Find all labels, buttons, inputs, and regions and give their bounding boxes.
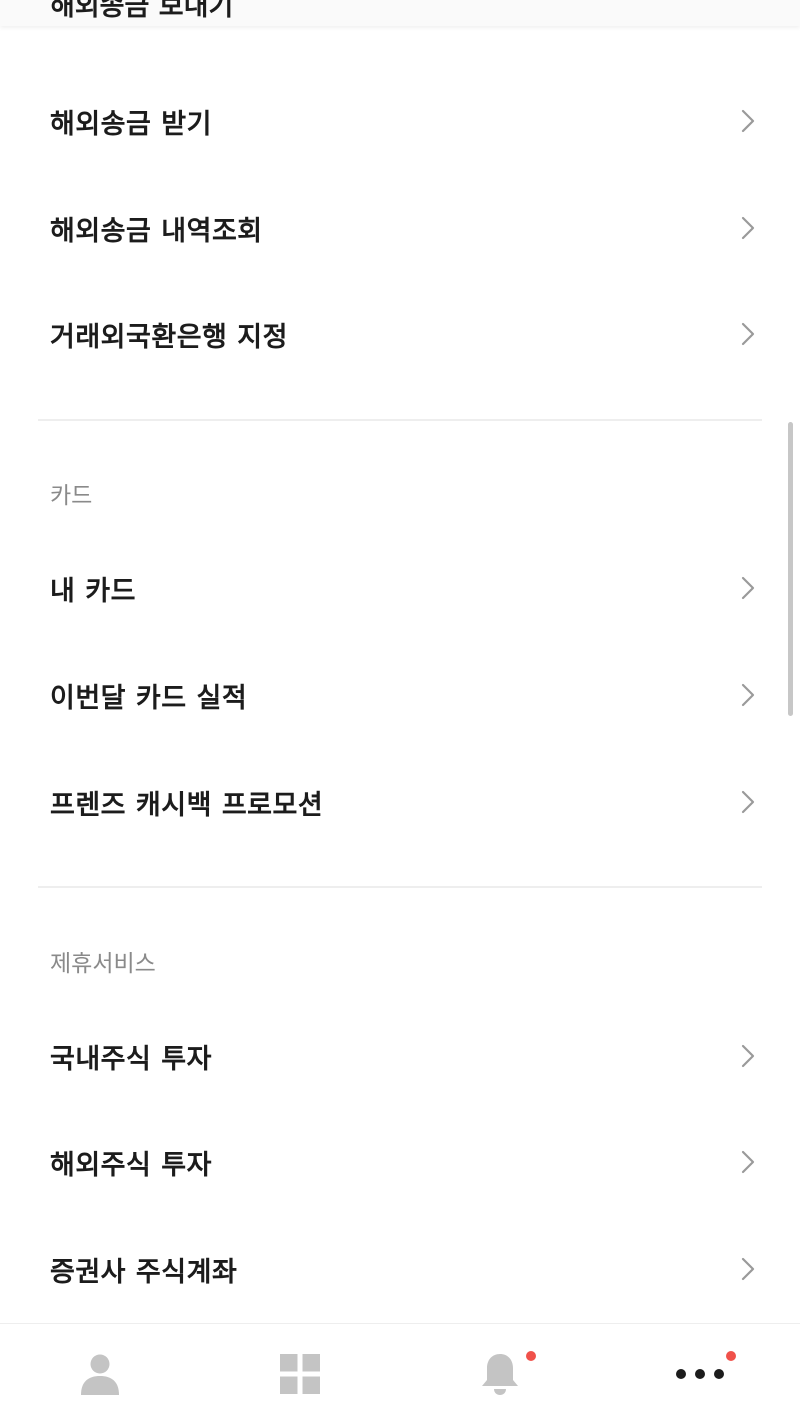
scrollbar[interactable] <box>788 422 793 716</box>
menu-item-receive-remittance[interactable]: 해외송금 받기 <box>0 68 800 174</box>
menu-item-label: 내 카드 <box>50 575 136 607</box>
menu-item-friends-cashback[interactable]: 프렌즈 캐시백 프로모션 <box>0 749 800 855</box>
more-badge <box>726 1351 736 1361</box>
tab-more[interactable] <box>600 1324 800 1422</box>
menu-item-label: 국내주식 투자 <box>50 1043 212 1075</box>
notification-badge <box>526 1351 536 1361</box>
chevron-right-icon <box>741 683 755 707</box>
menu-item-label: 거래외국환은행 지정 <box>50 321 288 353</box>
menu-item-label: 이번달 카드 실적 <box>50 682 248 714</box>
menu-item-label: 해외주식 투자 <box>50 1149 212 1181</box>
chevron-right-icon <box>741 576 755 600</box>
bottom-tab-bar <box>0 1323 800 1422</box>
menu-item-label: 해외송금 내역조회 <box>50 215 263 247</box>
chevron-right-icon <box>741 216 755 240</box>
chevron-right-icon <box>741 322 755 346</box>
tab-profile[interactable] <box>0 1324 200 1422</box>
menu-item-overseas-stock[interactable]: 해외주식 투자 <box>0 1109 800 1215</box>
menu-item-label: 해외송금 받기 <box>50 108 212 140</box>
section-header-partner: 제휴서비스 <box>50 951 156 977</box>
more-dots-icon <box>676 1368 724 1379</box>
menu-screen: 해외송금 보내기 해외송금 받기 해외송금 내역조회 거래외국환은행 지정 카드… <box>0 0 800 1422</box>
menu-item-designate-fx-bank[interactable]: 거래외국환은행 지정 <box>0 281 800 387</box>
cut-off-menu-label: 해외송금 보내기 <box>50 0 234 22</box>
tab-grid[interactable] <box>200 1324 400 1422</box>
menu-item-label: 프렌즈 캐시백 프로모션 <box>50 789 324 821</box>
menu-item-label: 증권사 주식계좌 <box>50 1256 238 1288</box>
chevron-right-icon <box>741 109 755 133</box>
section-header-card: 카드 <box>50 483 93 509</box>
chevron-right-icon <box>741 790 755 814</box>
chevron-right-icon <box>741 1150 755 1174</box>
menu-item-my-card[interactable]: 내 카드 <box>0 535 800 641</box>
menu-item-card-performance[interactable]: 이번달 카드 실적 <box>0 642 800 748</box>
bell-icon <box>482 1353 518 1395</box>
top-header-partial: 해외송금 보내기 <box>0 0 800 26</box>
menu-item-domestic-stock[interactable]: 국내주식 투자 <box>0 1003 800 1109</box>
tab-notifications[interactable] <box>400 1324 600 1422</box>
grid-icon <box>280 1353 320 1394</box>
section-divider <box>38 419 762 421</box>
menu-item-remittance-history[interactable]: 해외송금 내역조회 <box>0 175 800 281</box>
chevron-right-icon <box>741 1044 755 1068</box>
menu-item-brokerage-account[interactable]: 증권사 주식계좌 <box>0 1216 800 1322</box>
section-divider <box>38 886 762 888</box>
person-icon <box>81 1354 119 1395</box>
chevron-right-icon <box>741 1257 755 1281</box>
